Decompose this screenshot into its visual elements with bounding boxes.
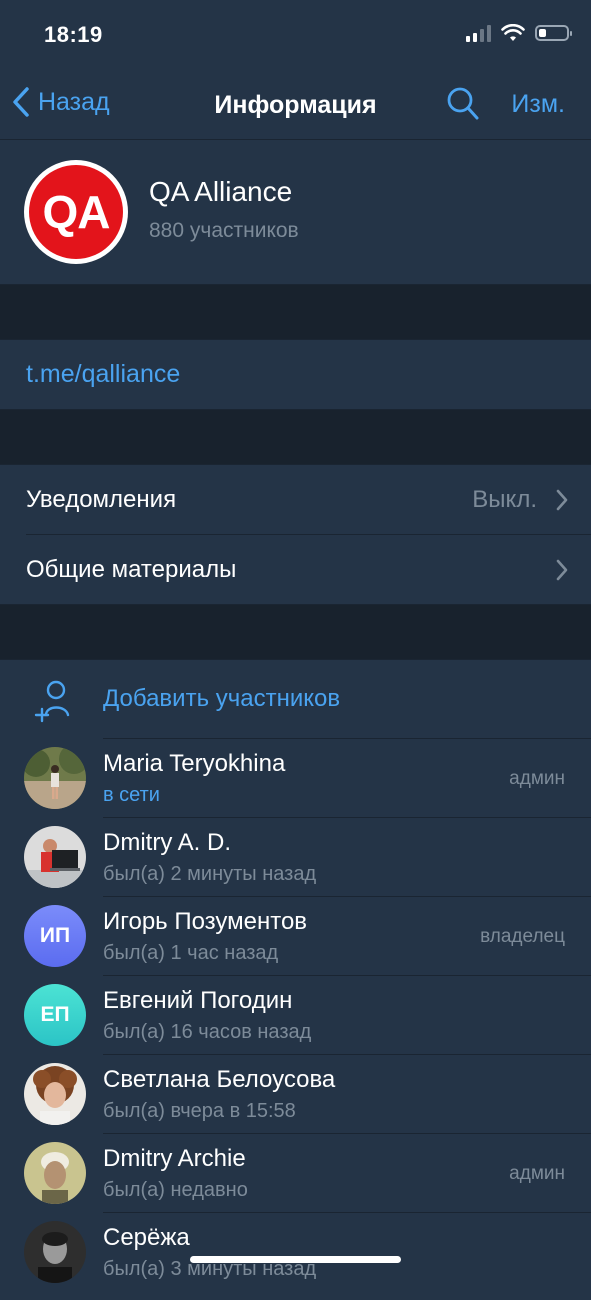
- home-indicator[interactable]: [190, 1256, 401, 1263]
- member-row[interactable]: Dmitry Archie был(а) недавно админ: [0, 1134, 591, 1213]
- member-status: в сети: [103, 784, 160, 806]
- group-link[interactable]: t.me/qalliance: [26, 360, 180, 389]
- member-row[interactable]: Maria Teryokhina в сети админ: [0, 739, 591, 818]
- members-section: Добавить участников Maria Teryokhina в с…: [0, 659, 591, 1300]
- status-bar: 18:19: [0, 0, 591, 70]
- member-status: был(а) 16 часов назад: [103, 1021, 312, 1043]
- back-button[interactable]: Назад: [12, 86, 110, 118]
- member-status: был(а) вчера в 15:58: [103, 1100, 296, 1122]
- avatar-initials: ЕП: [40, 1003, 70, 1026]
- search-button[interactable]: [446, 86, 480, 127]
- shared-media-label: Общие материалы: [26, 556, 237, 583]
- link-section: t.me/qalliance: [0, 339, 591, 410]
- group-members-count: 880 участников: [149, 219, 299, 242]
- member-name: Светлана Белоусова: [103, 1066, 336, 1093]
- avatar-initials: ИП: [39, 924, 71, 947]
- chevron-right-icon: [556, 559, 568, 581]
- member-name: Maria Teryokhina: [103, 750, 286, 777]
- status-icons: [466, 24, 572, 42]
- avatar: ЕП: [24, 984, 86, 1046]
- chevron-right-icon: [556, 489, 568, 511]
- member-name: Евгений Погодин: [103, 987, 293, 1014]
- member-name: Dmitry Archie: [103, 1145, 246, 1172]
- member-row[interactable]: Серёжа был(а) 3 минуты назад: [0, 1213, 591, 1292]
- member-row[interactable]: Светлана Белоусова был(а) вчера в 15:58: [0, 1055, 591, 1134]
- avatar: [24, 826, 86, 888]
- member-status: был(а) недавно: [103, 1179, 248, 1201]
- member-row[interactable]: Dmitry A. D. был(а) 2 минуты назад: [0, 818, 591, 897]
- shared-media-row[interactable]: Общие материалы: [0, 535, 591, 604]
- back-label: Назад: [38, 87, 110, 116]
- notifications-row[interactable]: Уведомления Выкл.: [0, 465, 591, 534]
- wifi-icon: [501, 24, 525, 41]
- settings-section: Уведомления Выкл. Общие материалы: [0, 464, 591, 605]
- notifications-value: Выкл.: [472, 486, 537, 513]
- notifications-label: Уведомления: [26, 486, 177, 513]
- add-members-label: Добавить участников: [103, 685, 341, 712]
- add-user-icon: [34, 680, 70, 723]
- avatar: [24, 747, 86, 809]
- avatar: [24, 1063, 86, 1125]
- edit-button[interactable]: Изм.: [511, 90, 565, 119]
- group-profile: QA QA Alliance 880 участников: [0, 140, 591, 285]
- member-name: Серёжа: [103, 1224, 190, 1251]
- member-row[interactable]: ИП Игорь Позументов был(а) 1 час назад в…: [0, 897, 591, 976]
- member-role: админ: [509, 1163, 565, 1184]
- avatar: [24, 1221, 86, 1283]
- add-members-button[interactable]: Добавить участников: [0, 660, 591, 738]
- status-time: 18:19: [44, 22, 103, 47]
- member-row[interactable]: ЕП Евгений Погодин был(а) 16 часов назад: [0, 976, 591, 1055]
- member-name: Dmitry A. D.: [103, 829, 232, 856]
- member-status: был(а) 1 час назад: [103, 942, 279, 964]
- group-name: QA Alliance: [149, 176, 293, 207]
- member-status: был(а) 2 минуты назад: [103, 863, 317, 885]
- member-name: Игорь Позументов: [103, 908, 308, 935]
- avatar: ИП: [24, 905, 86, 967]
- member-role: админ: [509, 768, 565, 789]
- chevron-left-icon: [13, 87, 29, 117]
- navigation-bar: Назад Информация Изм.: [0, 70, 591, 140]
- avatar: [24, 1142, 86, 1204]
- cellular-signal-icon: [466, 24, 491, 42]
- group-avatar[interactable]: QA: [24, 160, 128, 264]
- group-avatar-logo: QA: [29, 165, 123, 259]
- battery-icon: [535, 25, 572, 41]
- search-icon: [447, 87, 479, 120]
- member-role: владелец: [480, 926, 565, 947]
